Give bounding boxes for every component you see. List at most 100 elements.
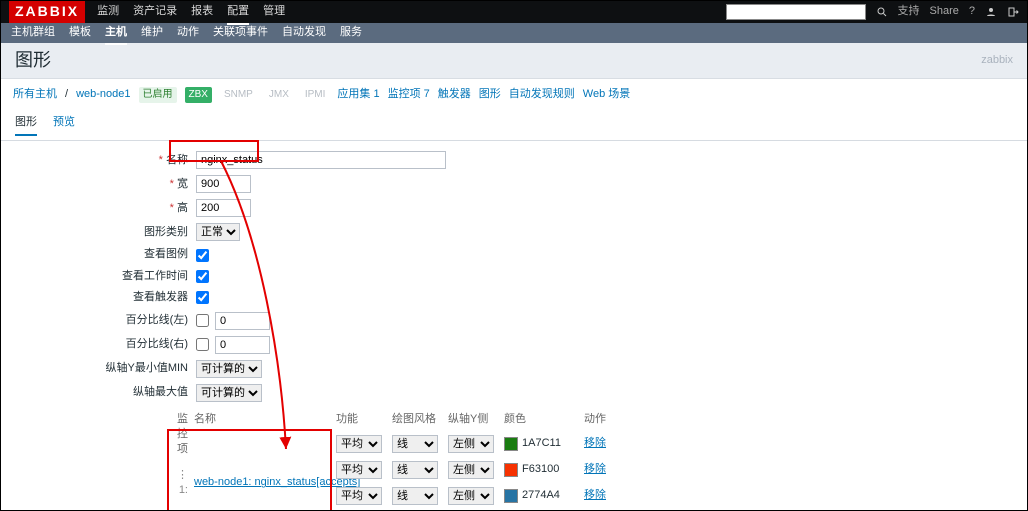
color-swatch[interactable]	[504, 489, 518, 503]
graphs-link[interactable]: 图形	[479, 87, 501, 102]
item-option-row: 平均线左侧 2774A4 移除	[336, 483, 614, 509]
apps-link[interactable]: 应用集 1	[337, 87, 379, 102]
enabled-chip: 已启用	[139, 87, 177, 103]
main-nav-item[interactable]: 监测	[97, 4, 119, 19]
form-tabs: 图形预览	[1, 111, 1027, 141]
col-action: 动作	[584, 412, 614, 427]
triggers-label: 查看触发器	[1, 290, 196, 305]
help-icon[interactable]: ?	[969, 4, 975, 19]
pctl-input[interactable]	[215, 312, 270, 330]
sub-nav-item[interactable]: 主机	[105, 25, 127, 40]
items-table: 监控项 名称 ⋮ 1:web-node1: nginx_status[accep…	[1, 408, 1027, 511]
col-name: 名称	[194, 412, 354, 458]
sub-nav-item[interactable]: 动作	[177, 25, 199, 40]
web-link[interactable]: Web 场景	[583, 87, 630, 102]
name-input[interactable]	[196, 151, 446, 169]
yaxis-select[interactable]: 左侧	[448, 461, 494, 479]
color-code: 1A7C11	[522, 436, 561, 451]
search-icon[interactable]	[876, 6, 888, 18]
sub-nav-item[interactable]: 自动发现	[282, 25, 326, 40]
pctr-input[interactable]	[215, 336, 270, 354]
search-input[interactable]	[726, 4, 866, 20]
items-options: 功能 绘图风格 纵轴Y侧 颜色 动作 平均线左侧1A7C11移除平均线左侧F63…	[336, 408, 614, 511]
pctl-checkbox[interactable]	[196, 314, 209, 327]
gtype-label: 图形类别	[1, 225, 196, 240]
gtype-select[interactable]: 正常	[196, 223, 240, 241]
share-link[interactable]: Share	[930, 4, 959, 19]
col-color: 颜色	[504, 412, 574, 427]
user-icon[interactable]	[985, 6, 997, 18]
color-code: 2774A4	[522, 488, 560, 503]
col-function: 功能	[336, 412, 382, 427]
discovery-link[interactable]: 自动发现规则	[509, 87, 575, 102]
drawstyle-select[interactable]: 线	[392, 487, 438, 505]
main-nav-item[interactable]: 管理	[263, 4, 285, 19]
all-hosts-link[interactable]: 所有主机	[13, 87, 57, 102]
drawstyle-select[interactable]: 线	[392, 461, 438, 479]
title-bar: 图形 zabbix	[1, 43, 1027, 79]
fn-select[interactable]: 平均	[336, 487, 382, 505]
ymax-label: 纵轴最大值	[1, 385, 196, 400]
main-nav-item[interactable]: 报表	[191, 4, 213, 19]
support-link[interactable]: 支持	[898, 4, 920, 19]
width-input[interactable]	[196, 175, 251, 193]
sub-nav-bar: 主机群组模板主机维护动作关联项事件自动发现服务	[1, 23, 1027, 43]
top-nav-bar: ZABBIX 监测资产记录报表配置管理 支持 Share ?	[1, 1, 1027, 23]
col-drawstyle: 绘图风格	[392, 412, 438, 427]
legend-label: 查看图例	[1, 247, 196, 262]
ymin-select[interactable]: 可计算的	[196, 360, 262, 378]
col-items: 监控项	[169, 412, 194, 458]
color-swatch[interactable]	[504, 463, 518, 477]
remove-link[interactable]: 移除	[584, 463, 606, 475]
color-code: F63100	[522, 462, 559, 477]
host-breadcrumb: 所有主机 / web-node1 已启用 ZBX SNMP JMX IPMI 应…	[1, 79, 1027, 111]
remove-link[interactable]: 移除	[584, 489, 606, 501]
pctr-label: 百分比线(右)	[1, 337, 196, 352]
legend-checkbox[interactable]	[196, 249, 209, 262]
sub-nav-item[interactable]: 主机群组	[11, 25, 55, 40]
tab[interactable]: 预览	[53, 115, 75, 136]
worktime-checkbox[interactable]	[196, 270, 209, 283]
color-swatch[interactable]	[504, 437, 518, 451]
width-label: 宽	[1, 177, 196, 192]
logout-icon[interactable]	[1007, 6, 1019, 18]
fn-select[interactable]: 平均	[336, 435, 382, 453]
snmp-chip: SNMP	[220, 87, 257, 103]
item-option-row: 平均线左侧 F63100 移除	[336, 457, 614, 483]
jmx-chip: JMX	[265, 87, 293, 103]
ipmi-chip: IPMI	[301, 87, 330, 103]
main-nav: 监测资产记录报表配置管理	[97, 4, 285, 19]
ymax-select[interactable]: 可计算的	[196, 384, 262, 402]
pctr-checkbox[interactable]	[196, 338, 209, 351]
triggers-checkbox[interactable]	[196, 291, 209, 304]
sub-nav-item[interactable]: 关联项事件	[213, 25, 268, 40]
name-label: 名称	[1, 153, 196, 168]
remove-link[interactable]: 移除	[584, 437, 606, 449]
main-nav-item[interactable]: 资产记录	[133, 4, 177, 19]
height-input[interactable]	[196, 199, 251, 217]
items-link[interactable]: 监控项 7	[388, 87, 430, 102]
sub-nav-item[interactable]: 服务	[340, 25, 362, 40]
triggers-link[interactable]: 触发器	[438, 87, 471, 102]
tab[interactable]: 图形	[15, 115, 37, 136]
fn-select[interactable]: 平均	[336, 461, 382, 479]
main-nav-item[interactable]: 配置	[227, 4, 249, 19]
worktime-label: 查看工作时间	[1, 269, 196, 284]
zabbix-logo: ZABBIX	[9, 1, 85, 23]
height-label: 高	[1, 201, 196, 216]
sub-nav-item[interactable]: 维护	[141, 25, 163, 40]
row-index[interactable]: ⋮ 1:	[169, 468, 194, 499]
item-option-row: 平均线左侧 1A7C11 移除	[336, 431, 614, 457]
yaxis-select[interactable]: 左侧	[448, 487, 494, 505]
yaxis-select[interactable]: 左侧	[448, 435, 494, 453]
col-yaxis: 纵轴Y侧	[448, 412, 494, 427]
page-title: 图形	[15, 48, 51, 73]
brand-label: zabbix	[981, 53, 1013, 68]
graph-form: 名称 宽 高 图形类别 正常 查看图例 查看工作时间 查看触发器 百分比线(左)…	[1, 141, 1027, 511]
host-link[interactable]: web-node1	[76, 87, 130, 102]
pctl-label: 百分比线(左)	[1, 313, 196, 328]
sub-nav-item[interactable]: 模板	[69, 25, 91, 40]
drawstyle-select[interactable]: 线	[392, 435, 438, 453]
zbx-chip: ZBX	[185, 87, 212, 103]
ymin-label: 纵轴Y最小值MIN	[1, 361, 196, 376]
